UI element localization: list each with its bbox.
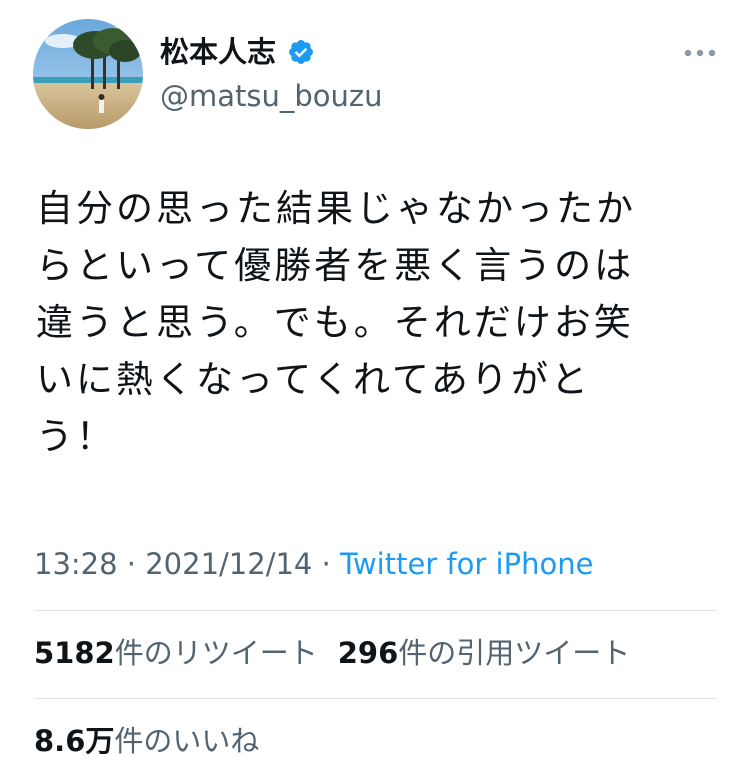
likes-stats-row: 8.6万件のいいね [34,722,259,760]
tweet-detail: 松本人志 @matsu_bouzu 自分の思った結果じゃなかったか らといって優… [0,0,750,776]
likes-count: 8.6万 [34,724,115,758]
divider [34,610,717,611]
user-handle[interactable]: @matsu_bouzu [160,78,383,114]
profile-photo-icon [33,19,143,129]
meta-separator: · [312,547,341,581]
tweet-meta: 13:28 · 2021/12/14 · Twitter for iPhone [34,545,593,583]
likes-label: 件のいいね [114,724,260,758]
quotes-stat[interactable]: 296件の引用ツイート [338,634,631,672]
verified-badge-icon [289,40,313,64]
retweets-count: 5182 [34,636,115,670]
retweet-stats-row: 5182件のリツイート 296件の引用ツイート [34,634,630,672]
avatar[interactable] [33,19,143,129]
display-name[interactable]: 松本人志 [160,34,276,70]
tweet-text: 自分の思った結果じゃなかったか らといって優勝者を悪く言うのは 違うと思う。でも… [36,187,636,458]
more-horizontal-icon[interactable] [678,38,722,68]
divider [34,698,717,699]
tweet-date[interactable]: 2021/12/14 [145,547,312,581]
quotes-count: 296 [337,636,399,670]
retweets-label: 件のリツイート [114,636,318,670]
quotes-label: 件の引用ツイート [398,636,631,670]
tweet-source-link[interactable]: Twitter for iPhone [340,547,593,581]
meta-separator: · [117,547,146,581]
likes-stat[interactable]: 8.6万件のいいね [34,722,259,760]
tweet-time[interactable]: 13:28 [34,547,118,581]
retweets-stat[interactable]: 5182件のリツイート [34,634,318,672]
